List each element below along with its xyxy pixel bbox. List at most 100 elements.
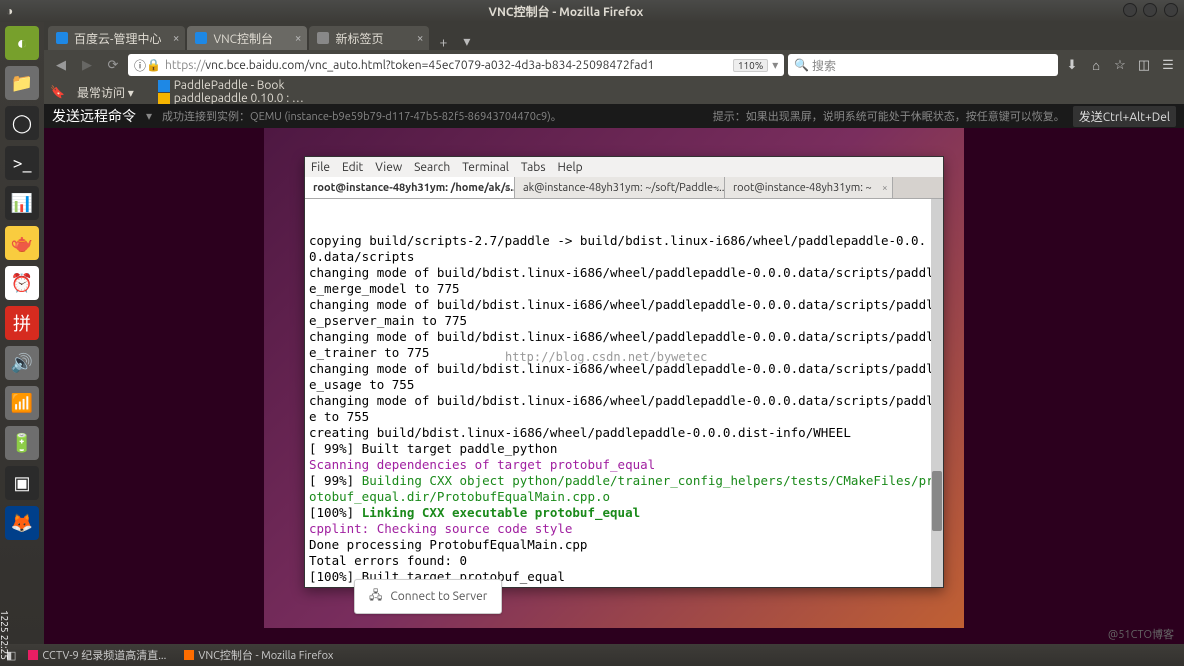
dash-icon[interactable]: ◐ [5,26,39,60]
battery-icon[interactable]: 🔋 [5,426,39,460]
dropdown-icon[interactable]: ▾ [772,58,778,72]
bookmark-item[interactable]: PaddlePaddle - Book [158,79,304,92]
app-icon[interactable]: ▣ [5,466,39,500]
chevron-icon: ▾ [146,109,152,123]
terminal-tab-close-icon[interactable]: × [504,182,510,193]
menu-search[interactable]: Search [414,161,450,174]
minimize-button[interactable] [1123,3,1137,17]
blog-watermark: http://blog.csdn.net/bywetec [505,349,707,365]
tab-label: 百度云-管理中心 [74,30,161,47]
reload-button[interactable]: ⟳ [102,54,124,76]
menu-tabs[interactable]: Tabs [521,161,546,174]
most-visited[interactable]: 最常访问 ▾ [77,84,134,101]
connection-status: 成功连接到实例：QEMU (instance-b9e59b79-d117-47b… [162,108,713,124]
menu-button[interactable]: ☰ [1158,55,1178,75]
firefox-icon[interactable]: 🦊 [5,506,39,540]
remote-desktop: File Edit View Search Terminal Tabs Help root@… [264,128,964,628]
browser-tab[interactable]: 新标签页 × [309,26,429,50]
connect-label: Connect to Server [390,590,487,603]
browser-tab[interactable]: VNC控制台 × [187,26,307,50]
tab-close-icon[interactable]: × [173,32,180,45]
alarm-icon[interactable]: ⏰ [5,266,39,300]
pinyin-icon[interactable]: 拼 [5,306,39,340]
search-icon: 🔍 [794,58,809,72]
terminal-line: [ 99%] Building CXX object python/paddle… [309,473,939,505]
terminal-icon[interactable]: >_ [5,146,39,180]
bookmarks-button-icon[interactable]: 🔖 [50,85,65,99]
menu-edit[interactable]: Edit [342,161,363,174]
forward-button[interactable]: ▶ [76,54,98,76]
taskbar-item[interactable]: CCTV-9 纪录频道高清直... [22,647,172,663]
hint-text: 提示：如果出现黑屏，说明系统可能处于休眠状态，按任意键可以恢复。 [713,108,1065,124]
monitor-icon[interactable]: 📊 [5,186,39,220]
tab-close-icon[interactable]: × [417,32,424,45]
menu-view[interactable]: View [375,161,402,174]
tab-label: 新标签页 [335,30,383,47]
server-icon: 🖧 [369,586,382,607]
terminal-line: changing mode of build/bdist.linux-i686/… [309,393,939,425]
menu-file[interactable]: File [311,161,330,174]
favicon [317,32,329,44]
taskbar-icon [28,650,38,660]
send-cad-button[interactable]: 发送Ctrl+Alt+Del [1073,106,1176,127]
menu-terminal[interactable]: Terminal [462,161,509,174]
window-titlebar: ◑ VNC控制台 - Mozilla Firefox [0,0,1184,22]
terminal-menubar: File Edit View Search Terminal Tabs Help [305,157,943,177]
terminal-tab-close-icon[interactable]: × [714,182,720,193]
terminal-tab-close-icon[interactable]: × [882,182,888,193]
stats-icon[interactable]: 📶 [5,386,39,420]
terminal-output[interactable]: copying build/scripts-2.7/paddle -> buil… [305,199,943,587]
terminal-line: Total errors found: 0 [309,553,939,569]
tab-label: VNC控制台 [213,30,273,47]
taskbar-icon [184,650,194,660]
terminal-line: creating build/bdist.linux-i686/wheel/pa… [309,425,939,441]
tab-close-icon[interactable]: × [295,32,302,45]
tabs-dropdown-button[interactable]: ▾ [455,33,478,50]
vnc-viewport[interactable]: File Edit View Search Terminal Tabs Help root@… [44,128,1184,644]
terminal-window: File Edit View Search Terminal Tabs Help root@… [304,156,944,588]
eclipse-icon[interactable]: ◯ [5,106,39,140]
back-button[interactable]: ◀ [50,54,72,76]
terminal-line: changing mode of build/bdist.linux-i686/… [309,297,939,329]
bookmark-favicon [158,93,170,105]
search-bar[interactable]: 🔍 搜索 [788,54,1058,76]
firefox-tab-strip: 百度云-管理中心 × VNC控制台 × 新标签页 × +▾ [44,22,1184,50]
terminal-tab[interactable]: root@instance-48yh31ym: ~ × [725,177,893,198]
terminal-tab[interactable]: root@instance-48yh31ym: /home/ak/s...× [305,177,515,198]
kettle-icon[interactable]: 🫖 [5,226,39,260]
browser-tab[interactable]: 百度云-管理中心 × [48,26,185,50]
new-tab-button[interactable]: + [431,34,455,50]
terminal-line: Done processing ProtobufEqualMain.cpp [309,537,939,553]
maximize-button[interactable] [1143,3,1157,17]
activities-icon[interactable]: ◑ [6,4,13,18]
watermark: @51CTO博客 [1108,626,1174,642]
terminal-tab[interactable]: ak@instance-48yh31ym: ~/soft/Paddle-...× [515,177,725,198]
terminal-tab-label: root@instance-48yh31ym: ~ [733,182,872,194]
zoom-badge[interactable]: 110% [733,59,768,72]
taskbar-item[interactable]: VNC控制台 - Mozilla Firefox [178,647,339,663]
terminal-tab-label: root@instance-48yh31ym: /home/ak/s... [313,182,515,194]
window-controls [1119,3,1179,20]
downloads-button[interactable]: ⬇ [1062,55,1082,75]
url-bar[interactable]: ⓘ 🔒 https:// vnc.bce.baidu.com/vnc_auto.… [128,54,784,76]
pocket-button[interactable]: ◫ [1134,55,1154,75]
terminal-line: [ 99%] Built target paddle_python [309,441,939,457]
menu-help[interactable]: Help [558,161,583,174]
info-icon[interactable]: ⓘ [134,57,146,74]
files-icon[interactable]: 📁 [5,66,39,100]
scrollbar-thumb[interactable] [932,471,942,531]
bookmarks-button[interactable]: ☆ [1110,55,1130,75]
unity-launcher: ◐ 📁 ◯ >_ 📊 🫖 ⏰ 拼 🔊 📶 🔋 ▣ 🦊 [0,22,44,644]
home-button[interactable]: ⌂ [1086,55,1106,75]
sound-icon[interactable]: 🔊 [5,346,39,380]
url-scheme: https:// [165,59,205,72]
terminal-line: changing mode of build/bdist.linux-i686/… [309,361,939,393]
bookmarks-toolbar: 🔖 最常访问 ▾ PaddlePaddle - Bookpaddlepaddle… [44,80,1184,104]
firefox-toolbar: ◀ ▶ ⟳ ⓘ 🔒 https:// vnc.bce.baidu.com/vnc… [44,50,1184,80]
connect-to-server-button[interactable]: 🖧 Connect to Server [354,579,502,614]
clock-overlay: 1225 22:25 [0,610,10,660]
close-button[interactable] [1164,3,1178,17]
scrollbar[interactable] [931,199,943,587]
terminal-line: cpplint: Checking source code style [309,521,939,537]
send-command-label[interactable]: 发送远程命令 [52,106,136,126]
